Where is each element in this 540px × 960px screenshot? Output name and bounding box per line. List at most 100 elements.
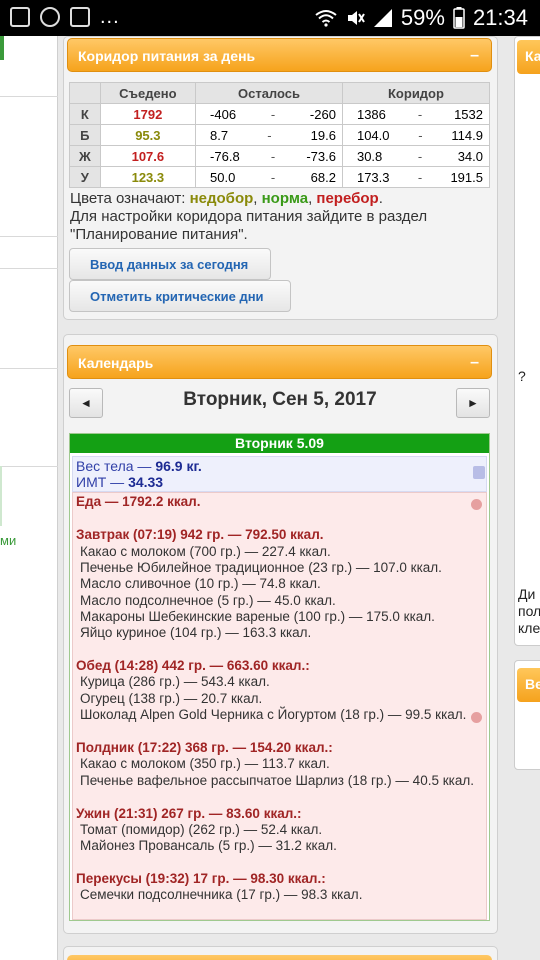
list-item: Томат (помидор) (262 гр.) — 52.4 ккал. bbox=[80, 822, 323, 837]
divider bbox=[0, 466, 58, 467]
table-row: Б 95.3 8.7 - 19.6 104.0 - 114.9 bbox=[69, 124, 491, 146]
column-header-left: Осталось bbox=[195, 82, 343, 104]
next-panel-header[interactable] bbox=[67, 955, 492, 960]
legend-under: недобор bbox=[189, 190, 254, 207]
table-header-row: Съедено Осталось Коридор bbox=[69, 82, 491, 104]
battery-icon bbox=[453, 7, 465, 29]
eaten-value: 123.3 bbox=[99, 166, 197, 188]
next-day-button[interactable]: ► bbox=[456, 388, 490, 418]
legend-over: перебор bbox=[316, 190, 379, 207]
body-metrics-box[interactable]: Вес тела — 96.9 кг. ИМТ — 34.33 bbox=[72, 456, 487, 492]
bmi-prefix: ИМТ — bbox=[76, 474, 129, 490]
message-notification-icon bbox=[70, 7, 90, 27]
row-label: Б bbox=[69, 124, 101, 146]
food-log-box[interactable]: Еда — 1792.2 ккал. Завтрак (07:19) 942 г… bbox=[72, 492, 487, 920]
corridor-max: 114.9 bbox=[451, 127, 483, 143]
nutrition-panel-header[interactable]: Коридор питания за день – bbox=[67, 38, 492, 72]
list-item: Какао с молоком (350 гр.) — 113.7 ккал. bbox=[80, 756, 330, 771]
table-row: К 1792 -406 - -260 1386 - 1532 bbox=[69, 103, 491, 125]
column-header-corridor: Коридор bbox=[341, 82, 491, 104]
corridor-min: 104.0 bbox=[356, 127, 390, 143]
left-range: -76.8 - -73.6 bbox=[195, 145, 343, 167]
legend-hint: Для настройки коридора питания зайдите в… bbox=[70, 208, 428, 225]
wifi-icon bbox=[315, 10, 337, 27]
range-dash: - bbox=[267, 127, 272, 143]
food-icon bbox=[471, 499, 482, 510]
battery-percent: 59% bbox=[400, 5, 445, 30]
scale-icon bbox=[473, 466, 485, 479]
list-item: Курица (286 гр.) — 543.4 ккал. bbox=[80, 674, 270, 689]
left-min: -406 bbox=[210, 106, 237, 122]
corridor-max: 1532 bbox=[454, 106, 483, 122]
meal-title-dinner: Ужин (21:31) 267 гр. — 83.60 ккал.: bbox=[76, 806, 302, 821]
right-column: Ка ? Ди пол кле Ве bbox=[510, 36, 540, 960]
weight-prefix: Вес тела — bbox=[76, 458, 156, 474]
calendar-panel-header[interactable]: Календарь – bbox=[67, 345, 492, 379]
list-item: Печенье вафельное рассыпчатое Шарлиз (18… bbox=[80, 773, 474, 788]
meal-title-snacks: Перекусы (19:32) 17 гр. — 98.30 ккал.: bbox=[76, 871, 326, 886]
mark-critical-days-button[interactable]: Отметить критические дни bbox=[69, 280, 291, 312]
list-item: Огурец (138 гр.) — 20.7 ккал. bbox=[80, 691, 263, 706]
list-item: Масло сливочное (10 гр.) — 74.8 ккал. bbox=[80, 576, 321, 591]
left-min: 8.7 bbox=[210, 127, 229, 143]
list-item: Семечки подсолнечника (17 гр.) — 98.3 кк… bbox=[80, 887, 363, 902]
bmi-value: 34.33 bbox=[128, 474, 164, 490]
legend-hint-link: "Планирование питания". bbox=[70, 226, 248, 243]
corridor-max: 34.0 bbox=[457, 148, 483, 164]
meal-title-lunch: Обед (14:28) 442 гр. — 663.60 ккал.: bbox=[76, 658, 310, 673]
corridor-max: 191.5 bbox=[450, 169, 483, 185]
active-marker bbox=[0, 36, 4, 60]
enter-today-data-button[interactable]: Ввод данных за сегодня bbox=[69, 248, 271, 280]
legend-norm: норма bbox=[261, 190, 309, 207]
range-dash: - bbox=[418, 127, 423, 143]
right-panel-2-header[interactable]: Ве bbox=[517, 668, 540, 702]
collapse-button[interactable]: – bbox=[470, 354, 479, 372]
right-panel-text: Ди bbox=[518, 586, 536, 602]
divider bbox=[0, 96, 58, 97]
prev-day-button[interactable]: ◄ bbox=[69, 388, 103, 418]
list-item: Макароны Шебекинские вареные (100 гр.) —… bbox=[80, 609, 435, 624]
active-marker bbox=[0, 466, 2, 526]
day-entry: Вторник 5.09 Вес тела — 96.9 кг. ИМТ — 3… bbox=[69, 433, 490, 921]
body-weight-line: Вес тела — 96.9 кг. bbox=[76, 458, 486, 474]
calendar-panel-title: Календарь bbox=[78, 355, 154, 371]
legend-end: . bbox=[378, 190, 383, 207]
list-item: Печенье Юбилейное традиционное (23 гр.) … bbox=[80, 560, 442, 575]
calendar-date: Вторник, Сен 5, 2017 bbox=[183, 389, 377, 410]
list-item: Майонез Провансаль (5 гр.) — 31.2 ккал. bbox=[80, 838, 337, 853]
divider bbox=[0, 368, 58, 369]
eaten-value: 1792 bbox=[99, 103, 197, 125]
day-label[interactable]: Вторник 5.09 bbox=[70, 434, 489, 453]
bmi-line: ИМТ — 34.33 bbox=[76, 474, 486, 490]
gallery-notification-icon bbox=[10, 7, 30, 27]
range-dash: - bbox=[270, 148, 276, 164]
meal-title-breakfast: Завтрак (07:19) 942 гр. — 792.50 ккал. bbox=[76, 527, 324, 542]
list-item: Яйцо куриное (104 гр.) — 163.3 ккал. bbox=[80, 625, 312, 640]
list-item: Какао с молоком (700 гр.) — 227.4 ккал. bbox=[80, 544, 331, 559]
range-dash: - bbox=[417, 169, 423, 185]
column-header-eaten: Съедено bbox=[99, 82, 197, 104]
food-total: Еда — 1792.2 ккал. bbox=[76, 494, 201, 509]
more-notifications-icon: ... bbox=[100, 6, 120, 28]
mute-icon bbox=[347, 11, 365, 25]
range-dash: - bbox=[417, 106, 423, 122]
left-range: -406 - -260 bbox=[195, 103, 343, 125]
corridor-range: 30.8 - 34.0 bbox=[341, 145, 491, 167]
range-dash: - bbox=[417, 148, 423, 164]
left-column-link[interactable]: ми bbox=[0, 533, 16, 548]
meal-title-snack: Полдник (17:22) 368 гр. — 154.20 ккал.: bbox=[76, 740, 333, 755]
left-max: -260 bbox=[309, 106, 336, 122]
eaten-value: 95.3 bbox=[99, 124, 197, 146]
table-row: Ж 107.6 -76.8 - -73.6 30.8 - 34.0 bbox=[69, 145, 491, 167]
left-min: -76.8 bbox=[210, 148, 240, 164]
left-min: 50.0 bbox=[210, 169, 236, 185]
row-label: Ж bbox=[69, 145, 101, 167]
range-dash: - bbox=[270, 106, 276, 122]
collapse-button[interactable]: – bbox=[470, 47, 479, 65]
divider bbox=[0, 236, 58, 237]
right-panel-header[interactable]: Ка bbox=[517, 40, 540, 74]
list-item: Масло подсолнечное (5 гр.) — 45.0 ккал. bbox=[80, 593, 336, 608]
corridor-min: 1386 bbox=[356, 106, 386, 122]
nutrition-table: Съедено Осталось Коридор К 1792 -406 - -… bbox=[69, 82, 491, 188]
left-range: 50.0 - 68.2 bbox=[195, 166, 343, 188]
